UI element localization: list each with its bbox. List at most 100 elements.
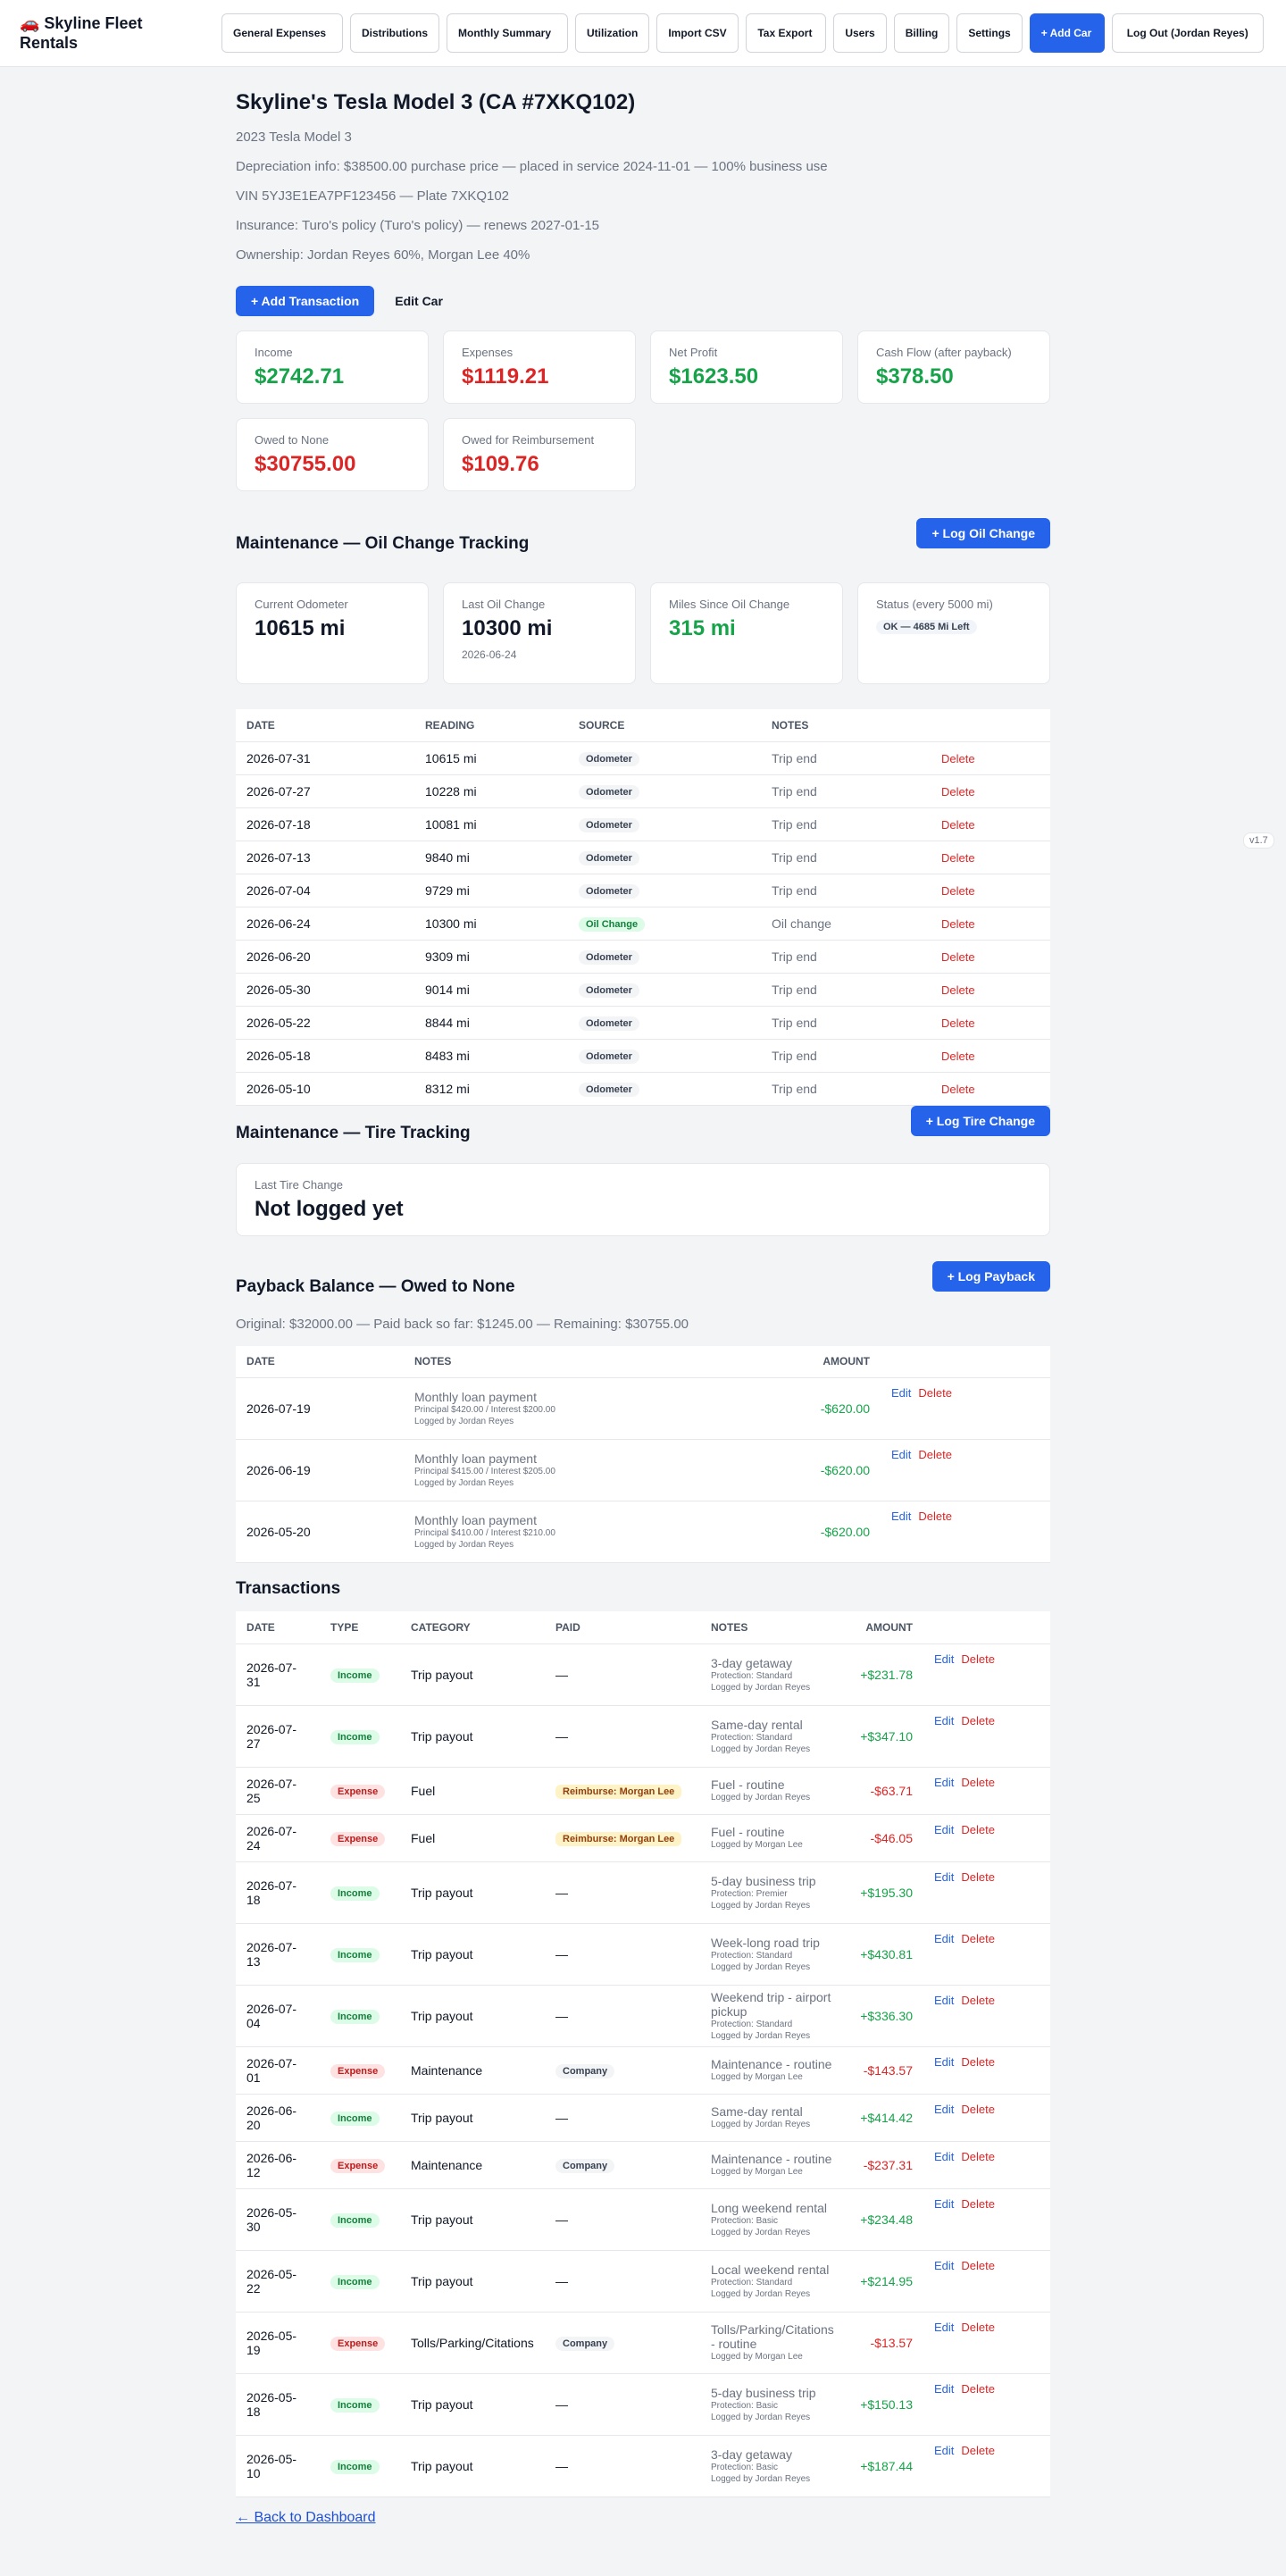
card-value: 10300 mi xyxy=(462,616,553,640)
row-actions: Delete xyxy=(931,1006,1050,1040)
delete-button[interactable]: Delete xyxy=(941,851,975,865)
edit-button[interactable]: Edit xyxy=(934,2382,954,2396)
delete-button[interactable]: Delete xyxy=(961,2150,995,2163)
delete-button[interactable]: Delete xyxy=(961,1714,995,1727)
row-source: Odometer xyxy=(568,807,761,841)
delete-button[interactable]: Delete xyxy=(961,1776,995,1789)
delete-button[interactable]: Delete xyxy=(961,2055,995,2069)
delete-button[interactable]: Delete xyxy=(961,2259,995,2272)
delete-button[interactable]: Delete xyxy=(941,1016,975,1030)
row-notes: Same-day rental Protection: Standard Logge… xyxy=(700,1705,847,1768)
card-label: Net Profit xyxy=(669,346,718,359)
edit-button[interactable]: Edit xyxy=(934,2321,954,2334)
nav-distributions[interactable]: Distributions xyxy=(350,13,439,53)
delete-button[interactable]: Delete xyxy=(961,1932,995,1945)
payback-section-title: Payback Balance — Owed to None xyxy=(236,1276,515,1296)
row-category: Maintenance xyxy=(400,2141,545,2189)
nav-monthly-summary[interactable]: Monthly Summary xyxy=(447,13,568,53)
table-row: 2026-07-01 Expense Maintenance Company Maint… xyxy=(236,2046,1050,2095)
delete-button[interactable]: Delete xyxy=(941,785,975,799)
nav-tax-export[interactable]: Tax Export xyxy=(746,13,827,53)
edit-car-button[interactable]: Edit Car xyxy=(380,286,458,316)
nav-billing[interactable]: Billing xyxy=(893,13,950,53)
row-notes: Monthly loan payment Principal $420.00 / … xyxy=(404,1377,797,1440)
edit-button[interactable]: Edit xyxy=(934,1652,954,1666)
edit-button[interactable]: Edit xyxy=(934,1870,954,1884)
log-oil-change-button[interactable]: + Log Oil Change xyxy=(916,518,1050,548)
row-source: Odometer xyxy=(568,1072,761,1106)
delete-button[interactable]: Delete xyxy=(961,2197,995,2211)
delete-button[interactable]: Delete xyxy=(961,2382,995,2396)
vin-info: VIN 5YJ3E1EA7PF123456 — Plate 7XKQ102 xyxy=(236,188,510,204)
edit-button[interactable]: Edit xyxy=(934,2150,954,2163)
edit-button[interactable]: Edit xyxy=(934,1823,954,1836)
brand-logo[interactable]: 🚗 Skyline Fleet Rentals xyxy=(20,13,198,53)
row-category: Trip payout xyxy=(400,2094,545,2142)
edit-button[interactable]: Edit xyxy=(934,2103,954,2116)
col-actions xyxy=(881,1345,1050,1378)
nav-users[interactable]: Users xyxy=(833,13,887,53)
nav-general-expenses[interactable]: General Expenses xyxy=(221,13,343,53)
delete-button[interactable]: Delete xyxy=(918,1448,952,1461)
delete-button[interactable]: Delete xyxy=(961,2321,995,2334)
edit-button[interactable]: Edit xyxy=(934,1932,954,1945)
delete-button[interactable]: Delete xyxy=(941,1083,975,1096)
add-car-button[interactable]: + Add Car xyxy=(1029,13,1105,53)
row-date: 2026-05-22 xyxy=(236,2250,320,2313)
table-row: 2026-07-04 9729 mi Odometer Trip end Delete xyxy=(236,874,1050,907)
delete-button[interactable]: Delete xyxy=(941,983,975,997)
edit-button[interactable]: Edit xyxy=(934,2197,954,2211)
row-amount: +$187.44 xyxy=(847,2435,923,2497)
row-type: Income xyxy=(320,2250,400,2313)
row-actions: Edit Delete xyxy=(923,1705,1050,1768)
delete-button[interactable]: Delete xyxy=(961,2444,995,2457)
delete-button[interactable]: Delete xyxy=(941,818,975,832)
delete-button[interactable]: Delete xyxy=(961,2103,995,2116)
row-amount: -$620.00 xyxy=(797,1501,881,1563)
edit-button[interactable]: Edit xyxy=(934,1714,954,1727)
delete-button[interactable]: Delete xyxy=(941,950,975,964)
edit-button[interactable]: Edit xyxy=(891,1386,911,1400)
back-to-dashboard-link[interactable]: ← Back to Dashboard xyxy=(236,2510,376,2526)
edit-button[interactable]: Edit xyxy=(934,2259,954,2272)
delete-button[interactable]: Delete xyxy=(941,917,975,931)
log-payback-button[interactable]: + Log Payback xyxy=(931,1260,1050,1292)
table-row: 2026-07-19 Monthly loan payment Principal … xyxy=(236,1377,1050,1440)
delete-button[interactable]: Delete xyxy=(941,1050,975,1063)
delete-button[interactable]: Delete xyxy=(961,1994,995,2007)
edit-button[interactable]: Edit xyxy=(934,2444,954,2457)
row-actions: Delete xyxy=(931,907,1050,941)
col-source: SOURCE xyxy=(568,709,761,742)
note-title: 3-day getaway xyxy=(711,1655,793,1670)
delete-button[interactable]: Delete xyxy=(961,1823,995,1836)
row-date: 2026-06-20 xyxy=(236,2094,320,2142)
edit-button[interactable]: Edit xyxy=(934,1776,954,1789)
edit-button[interactable]: Edit xyxy=(934,2055,954,2069)
delete-button[interactable]: Delete xyxy=(961,1652,995,1666)
note-logged: Logged by Jordan Reyes xyxy=(711,1900,811,1911)
nav-utilization[interactable]: Utilization xyxy=(575,13,650,53)
row-amount: -$237.31 xyxy=(847,2141,923,2189)
row-actions: Delete xyxy=(931,940,1050,974)
card-label: Last Oil Change xyxy=(462,598,546,611)
note-title: Monthly loan payment xyxy=(414,1513,537,1527)
delete-button[interactable]: Delete xyxy=(941,752,975,765)
edit-button[interactable]: Edit xyxy=(934,1994,954,2007)
delete-button[interactable]: Delete xyxy=(918,1510,952,1523)
edit-button[interactable]: Edit xyxy=(891,1510,911,1523)
add-transaction-button[interactable]: + Add Transaction xyxy=(236,286,375,316)
row-type: Expense xyxy=(320,2046,400,2095)
row-date: 2026-07-31 xyxy=(236,1643,320,1706)
type-badge: Income xyxy=(330,2111,380,2126)
edit-button[interactable]: Edit xyxy=(891,1448,911,1461)
delete-button[interactable]: Delete xyxy=(961,1870,995,1884)
log-tire-change-button[interactable]: + Log Tire Change xyxy=(910,1105,1050,1136)
delete-button[interactable]: Delete xyxy=(918,1386,952,1400)
row-category: Maintenance xyxy=(400,2046,545,2095)
table-header-row: DATE TYPE CATEGORY PAID NOTES AMOUNT xyxy=(236,1611,1050,1644)
delete-button[interactable]: Delete xyxy=(941,884,975,898)
nav-import-csv[interactable]: Import CSV xyxy=(656,13,739,53)
row-date: 2026-05-20 xyxy=(236,1501,404,1563)
nav-settings[interactable]: Settings xyxy=(956,13,1023,53)
logout-button[interactable]: Log Out (Jordan Reyes) xyxy=(1111,13,1264,53)
